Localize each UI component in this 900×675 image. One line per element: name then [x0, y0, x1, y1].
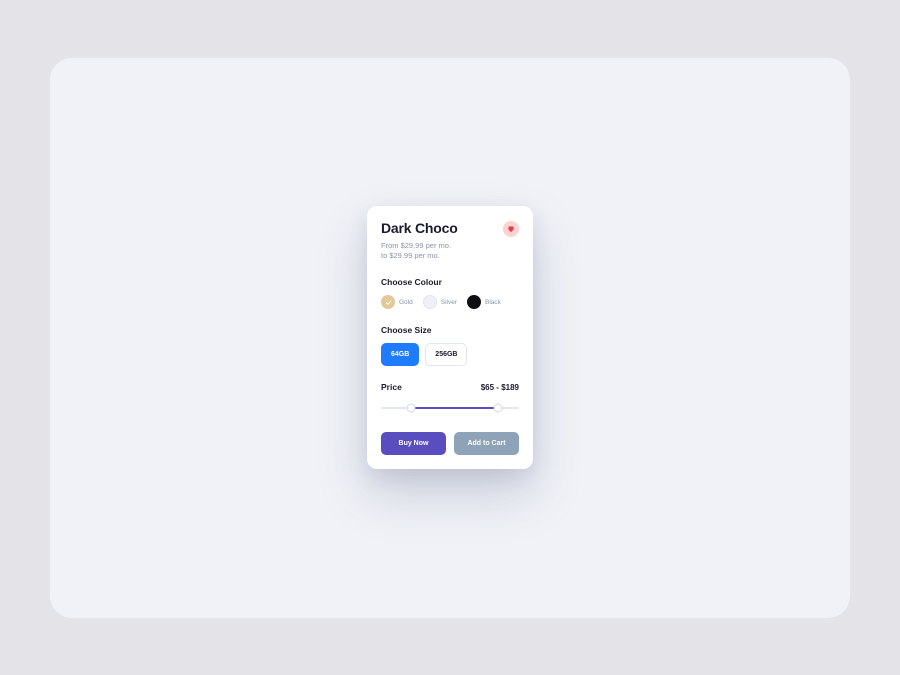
check-icon: [381, 295, 395, 309]
colour-option-gold[interactable]: Gold: [381, 295, 413, 309]
colour-option-black[interactable]: Black: [467, 295, 501, 309]
colour-label-black: Black: [485, 299, 501, 306]
buy-now-button[interactable]: Buy Now: [381, 432, 446, 455]
canvas: Dark Choco From $29.99 per mo. to $29.99…: [50, 58, 850, 618]
pricing-subtitle: From $29.99 per mo. to $29.99 per mo.: [381, 241, 519, 261]
slider-track-fill: [411, 407, 498, 409]
product-title: Dark Choco: [381, 220, 458, 236]
slider-handle-high[interactable]: [494, 404, 503, 413]
subtitle-line-2: to $29.99 per mo.: [381, 251, 519, 261]
add-to-cart-button[interactable]: Add to Cart: [454, 432, 519, 455]
slider-handle-low[interactable]: [407, 404, 416, 413]
size-option-64gb[interactable]: 64GB: [381, 343, 419, 366]
size-option-256gb[interactable]: 256GB: [425, 343, 467, 366]
action-row: Buy Now Add to Cart: [381, 432, 519, 455]
price-label: Price: [381, 382, 402, 392]
colour-label-silver: Silver: [441, 299, 457, 306]
choose-colour-label: Choose Colour: [381, 277, 519, 287]
price-row: Price $65 - $189: [381, 382, 519, 392]
price-range-value: $65 - $189: [481, 383, 519, 392]
favorite-button[interactable]: [503, 221, 519, 237]
card-header: Dark Choco: [381, 220, 519, 237]
colour-swatch-gold: [381, 295, 395, 309]
colour-label-gold: Gold: [399, 299, 413, 306]
heart-icon: [507, 221, 515, 236]
price-slider[interactable]: [381, 402, 519, 414]
colour-option-silver[interactable]: Silver: [423, 295, 457, 309]
size-options: 64GB 256GB: [381, 343, 519, 366]
product-card: Dark Choco From $29.99 per mo. to $29.99…: [367, 206, 533, 469]
colour-swatch-black: [467, 295, 481, 309]
choose-size-label: Choose Size: [381, 325, 519, 335]
colour-swatch-silver: [423, 295, 437, 309]
colour-options: Gold Silver Black: [381, 295, 519, 309]
subtitle-line-1: From $29.99 per mo.: [381, 241, 519, 251]
